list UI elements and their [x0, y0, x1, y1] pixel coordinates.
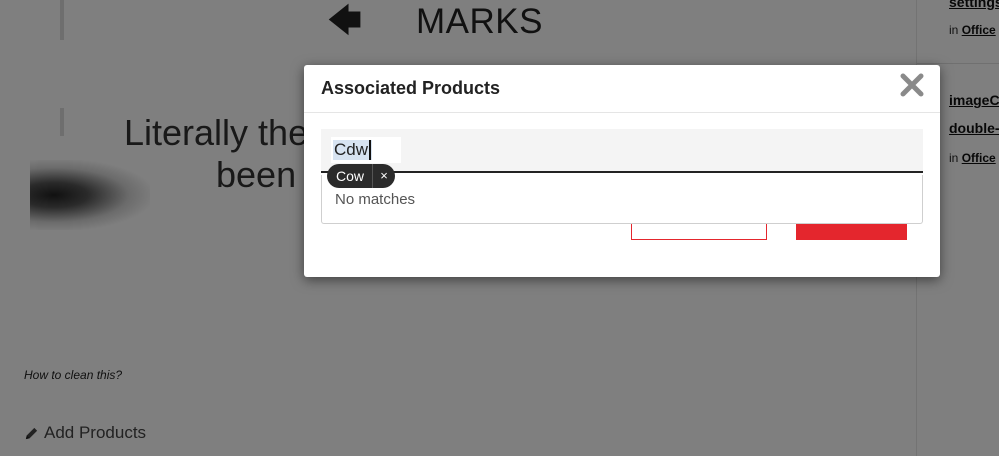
tag-label: Cow: [336, 168, 365, 184]
no-matches-message: No matches: [335, 191, 416, 208]
selected-product-tag: Cow ×: [327, 164, 396, 188]
select-dropdown: No matches: [321, 175, 923, 224]
close-icon[interactable]: [899, 72, 925, 98]
modal-title: Associated Products: [321, 78, 501, 98]
remove-tag-icon[interactable]: ×: [373, 164, 395, 188]
product-search-input[interactable]: Cdw: [331, 137, 401, 163]
associated-products-dialog: Associated Products Cdw No matches Cow ×: [304, 65, 940, 277]
product-select[interactable]: Cdw: [321, 129, 923, 173]
text-caret: [369, 140, 372, 160]
search-input-value: Cdw: [333, 140, 373, 160]
modal-header: Associated Products: [304, 65, 940, 113]
